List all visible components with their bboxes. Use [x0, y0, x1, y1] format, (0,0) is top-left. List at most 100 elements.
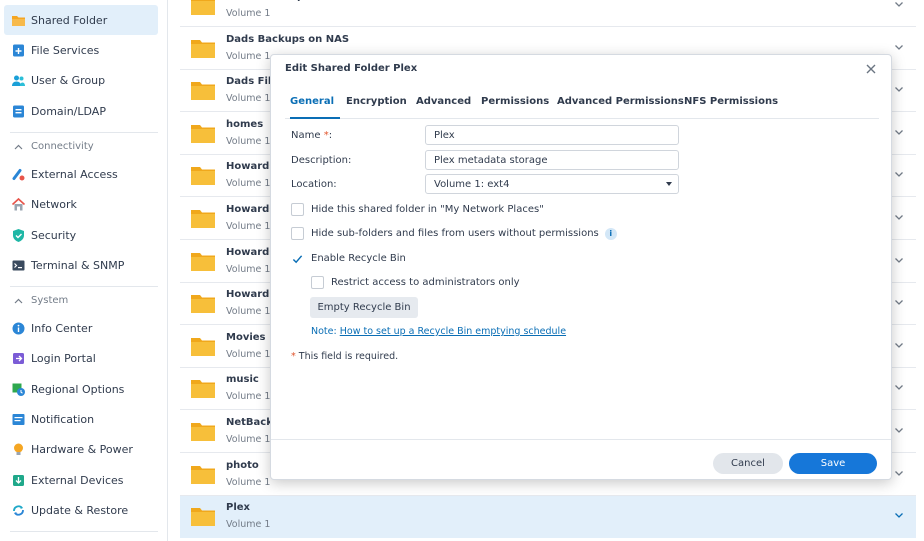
chevron-down-icon[interactable]: [894, 127, 904, 137]
sidebar-item-user-group[interactable]: User & Group: [4, 65, 158, 95]
network-icon: [11, 197, 26, 212]
chevron-down-icon[interactable]: [894, 84, 904, 94]
folder-name: Movies: [226, 331, 266, 343]
sidebar-item-label: User & Group: [31, 73, 106, 87]
hide-subfolders-option[interactable]: Hide sub-folders and files from users wi…: [291, 227, 617, 240]
note-label: Note:: [311, 326, 337, 337]
folder-volume: Volume 1: [226, 178, 271, 190]
lightbulb-icon: [11, 442, 26, 457]
sidebar-item-label: Network: [31, 197, 77, 211]
recycle-bin-schedule-link[interactable]: How to set up a Recycle Bin emptying sch…: [340, 326, 566, 337]
folder-name: Howards: [226, 204, 276, 215]
sidebar-item-label: Info Center: [31, 321, 93, 335]
enable-recycle-bin-option[interactable]: Enable Recycle Bin: [291, 252, 406, 265]
sidebar-item-network[interactable]: Network: [4, 189, 158, 219]
folder-icon: [191, 295, 215, 314]
chevron-down-icon[interactable]: [894, 212, 904, 222]
file-services-icon: [11, 43, 26, 58]
folder-icon: [191, 508, 215, 527]
sidebar-group-connectivity[interactable]: Connectivity: [14, 141, 94, 152]
sidebar-item-external-access[interactable]: External Access: [4, 159, 158, 189]
info-icon[interactable]: i: [604, 227, 617, 240]
restrict-admin-label: Restrict access to administrators only: [331, 277, 520, 288]
table-row[interactable]: Clives Backups on NAS Volume 1: [180, 0, 916, 27]
description-input[interactable]: Plex metadata storage: [425, 150, 679, 170]
regional-options-icon: [11, 382, 26, 397]
chevron-down-icon[interactable]: [894, 468, 904, 478]
folder-volume: Volume 1: [226, 434, 271, 445]
close-icon[interactable]: [865, 63, 877, 75]
sidebar-item-label: Shared Folder: [31, 13, 108, 27]
sidebar-item-info-center[interactable]: Info Center: [4, 313, 158, 343]
sidebar-group-system[interactable]: System: [14, 295, 68, 306]
tab-nfs-permissions[interactable]: NFS Permissions: [684, 96, 778, 107]
sidebar-item-security[interactable]: Security: [4, 220, 158, 250]
folder-name: Clives Backups on NAS: [226, 0, 354, 2]
sidebar-item-label: Update & Restore: [31, 503, 129, 517]
refresh-icon: [11, 503, 26, 518]
chevron-down-icon[interactable]: [894, 382, 904, 392]
user-group-icon: [11, 73, 26, 88]
required-field-note: * This field is required.: [291, 351, 398, 362]
chevron-down-icon[interactable]: [894, 255, 904, 265]
location-select[interactable]: Volume 1: ext4: [425, 174, 679, 194]
enable-recycle-bin-label: Enable Recycle Bin: [311, 253, 406, 264]
sidebar-item-terminal-snmp[interactable]: Terminal & SNMP: [4, 250, 158, 280]
sidebar-item-label: Terminal & SNMP: [31, 258, 125, 272]
folder-volume: Volume 1: [226, 93, 271, 105]
sidebar-item-notification[interactable]: Notification: [4, 404, 158, 434]
chevron-down-icon[interactable]: [894, 169, 904, 179]
folder-icon: [191, 423, 215, 441]
name-input[interactable]: Plex: [425, 125, 679, 145]
notification-icon: [11, 412, 26, 427]
folder-volume: Volume 1: [226, 519, 271, 531]
sidebar-item-file-services[interactable]: File Services: [4, 35, 158, 65]
sidebar-item-hardware-power[interactable]: Hardware & Power: [4, 434, 158, 464]
folder-icon: [191, 167, 215, 186]
sidebar-item-domain-ldap[interactable]: Domain/LDAP: [4, 96, 158, 126]
tab-general[interactable]: General: [290, 96, 334, 107]
sidebar-item-external-devices[interactable]: External Devices: [4, 465, 158, 495]
tab-permissions[interactable]: Permissions: [481, 96, 549, 107]
hide-network-places-checkbox[interactable]: [291, 203, 304, 216]
tab-advanced-permissions[interactable]: Advanced Permissions: [557, 96, 684, 107]
chevron-down-icon[interactable]: [894, 340, 904, 350]
save-button[interactable]: Save: [789, 453, 877, 474]
location-value: Volume 1: ext4: [434, 178, 510, 190]
hide-subfolders-checkbox[interactable]: [291, 227, 304, 240]
sidebar-item-login-portal[interactable]: Login Portal: [4, 343, 158, 373]
edit-shared-folder-dialog: Edit Shared Folder Plex General Encrypti…: [270, 54, 892, 480]
sidebar-item-update-restore[interactable]: Update & Restore: [4, 495, 158, 525]
required-note-text: This field is required.: [295, 351, 399, 362]
chevron-down-icon[interactable]: [894, 297, 904, 307]
sidebar-divider: [10, 132, 158, 133]
enable-recycle-bin-checkbox[interactable]: [291, 252, 304, 265]
chevron-down-icon[interactable]: [894, 510, 904, 520]
sidebar-item-regional-options[interactable]: Regional Options: [4, 374, 158, 404]
sidebar-item-label: Regional Options: [31, 382, 125, 396]
folder-name: music: [226, 374, 259, 386]
hide-subfolders-label: Hide sub-folders and files from users wi…: [311, 228, 599, 239]
restrict-admin-option[interactable]: Restrict access to administrators only: [311, 276, 520, 289]
folder-name: Howards: [226, 246, 276, 258]
hide-network-places-option[interactable]: Hide this shared folder in "My Network P…: [291, 203, 544, 216]
name-label: Name *:: [291, 130, 332, 141]
tab-encryption[interactable]: Encryption: [346, 96, 407, 107]
folder-volume: Volume 1: [226, 476, 271, 488]
folder-name: Dads Backups on NAS: [226, 33, 350, 45]
cancel-button[interactable]: Cancel: [713, 453, 783, 474]
info-center-icon: [11, 321, 26, 336]
shared-folder-icon: [11, 13, 26, 28]
tab-advanced[interactable]: Advanced: [416, 96, 471, 107]
restrict-admin-checkbox[interactable]: [311, 276, 324, 289]
folder-icon: [191, 337, 215, 356]
chevron-down-icon[interactable]: [894, 425, 904, 435]
chevron-down-icon[interactable]: [894, 42, 904, 52]
table-row[interactable]: Plex Volume 1: [180, 496, 916, 539]
empty-recycle-bin-button[interactable]: Empty Recycle Bin: [310, 297, 418, 318]
folder-name: Howards: [226, 289, 276, 301]
folder-icon: [191, 0, 215, 15]
folder-icon: [191, 252, 215, 271]
sidebar-item-shared-folder[interactable]: Shared Folder: [4, 5, 158, 35]
chevron-down-icon[interactable]: [894, 0, 904, 9]
